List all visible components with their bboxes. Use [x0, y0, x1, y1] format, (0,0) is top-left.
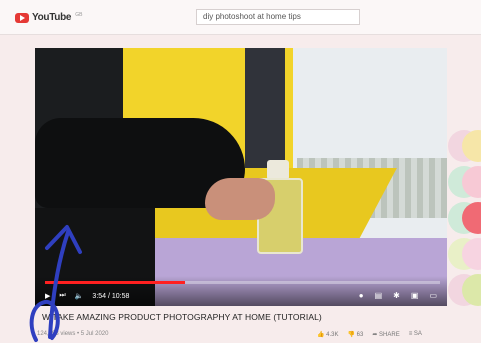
progress-fill — [45, 281, 186, 284]
subtitles-icon[interactable]: ▤ — [375, 291, 383, 300]
time-display: 3:54 / 10:58 — [92, 292, 130, 300]
autoplay-toggle[interactable]: ● — [359, 291, 364, 300]
thumbs-up-icon: 👍 — [317, 332, 325, 338]
controls-right: ● ▤ ✱ ▣ ▭ — [359, 291, 437, 300]
share-icon: ➦ — [372, 332, 378, 338]
save-icon: ≡ — [408, 331, 413, 337]
miniplayer-icon[interactable]: ▣ — [411, 291, 419, 300]
thumbs-down-icon: 👎 — [347, 332, 355, 338]
youtube-logo[interactable]: YouTube GB — [15, 12, 82, 23]
video-meta: 124,693 views • 5 Jul 2020 — [37, 331, 109, 337]
logo-text: YouTube — [32, 12, 72, 23]
share-button[interactable]: ➦ SHARE — [372, 331, 399, 338]
controls-left: ▶ ⏭ 🔈 3:54 / 10:58 — [45, 292, 129, 300]
theater-icon[interactable]: ▭ — [429, 291, 437, 300]
top-bar: YouTube GB diy photoshoot at home tips — [0, 0, 481, 35]
settings-icon[interactable]: ✱ — [393, 291, 400, 300]
video-player[interactable]: ▶ ⏭ 🔈 3:54 / 10:58 ● ▤ ✱ ▣ ▭ — [35, 48, 447, 306]
youtube-play-icon — [15, 12, 29, 23]
hand — [205, 178, 275, 220]
video-actions: 👍 4.3K 👎 63 ➦ SHARE ≡ SA — [317, 331, 422, 338]
player-controls: ▶ ⏭ 🔈 3:54 / 10:58 ● ▤ ✱ ▣ ▭ — [35, 276, 447, 306]
progress-bar[interactable] — [45, 281, 440, 284]
logo-region: GB — [75, 11, 83, 18]
next-icon[interactable]: ⏭ — [59, 292, 65, 300]
video-title: W TAKE AMAZING PRODUCT PHOTOGRAPHY AT HO… — [42, 312, 322, 322]
play-icon[interactable]: ▶ — [45, 292, 50, 300]
volume-icon[interactable]: 🔈 — [75, 292, 84, 300]
bottle-cap — [267, 160, 289, 180]
decorative-dots — [440, 130, 481, 343]
search-input[interactable]: diy photoshoot at home tips — [196, 9, 360, 25]
like-button[interactable]: 👍 4.3K — [317, 331, 339, 338]
dislike-button[interactable]: 👎 63 — [348, 331, 364, 338]
save-button[interactable]: ≡ SA — [409, 331, 422, 338]
